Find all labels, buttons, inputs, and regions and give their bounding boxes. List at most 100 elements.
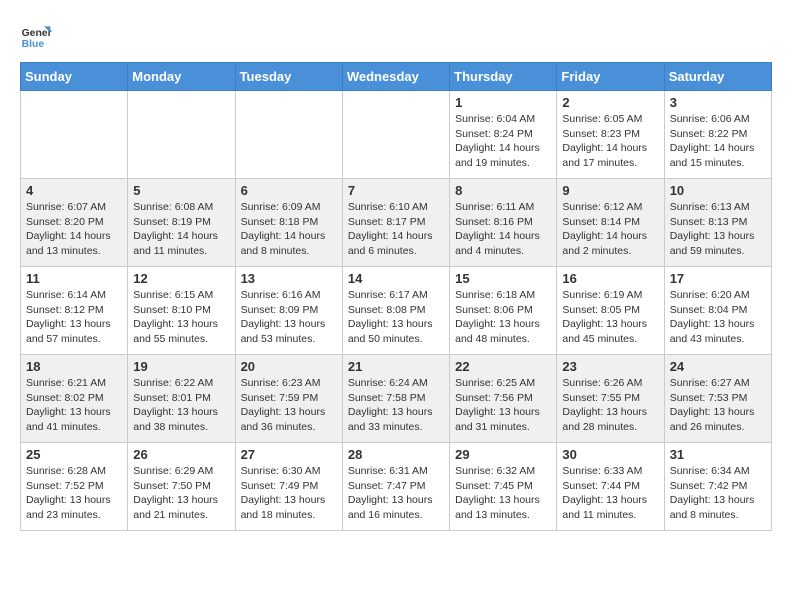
- calendar-cell: 15Sunrise: 6:18 AMSunset: 8:06 PMDayligh…: [450, 267, 557, 355]
- header-row: SundayMondayTuesdayWednesdayThursdayFrid…: [21, 63, 772, 91]
- day-number: 3: [670, 95, 766, 110]
- day-info: Sunrise: 6:05 AMSunset: 8:23 PMDaylight:…: [562, 112, 658, 171]
- day-info: Sunrise: 6:17 AMSunset: 8:08 PMDaylight:…: [348, 288, 444, 347]
- day-number: 2: [562, 95, 658, 110]
- calendar-cell: 13 Sunrise: 6:16 AMSunset: 8:09 PMDayligh…: [235, 267, 342, 355]
- calendar-cell: 9 Sunrise: 6:12 AMSunset: 8:14 PMDaylight…: [557, 179, 664, 267]
- day-number: 9: [562, 183, 658, 198]
- calendar-cell: 8Sunrise: 6:11 AMSunset: 8:16 PMDaylight…: [450, 179, 557, 267]
- calendar-cell: 22 Sunrise: 6:25 AMSunset: 7:56 PMDayligh…: [450, 355, 557, 443]
- day-number: 4: [26, 183, 122, 198]
- day-info: Sunrise: 6:08 AMSunset: 8:19 PMDaylight:…: [133, 200, 229, 259]
- day-info: Sunrise: 6:13 AMSunset: 8:13 PMDaylight:…: [670, 200, 766, 259]
- page-header: General Blue: [20, 20, 772, 52]
- day-number: 15: [455, 271, 551, 286]
- calendar-cell: 23Sunrise: 6:26 AMSunset: 7:55 PMDayligh…: [557, 355, 664, 443]
- calendar-cell: 6 Sunrise: 6:09 AMSunset: 8:18 PMDaylight…: [235, 179, 342, 267]
- day-info: Sunrise: 6:10 AMSunset: 8:17 PMDaylight:…: [348, 200, 444, 259]
- day-number: 21: [348, 359, 444, 374]
- logo-icon: General Blue: [20, 20, 52, 52]
- calendar-cell: [235, 91, 342, 179]
- header-day-thursday: Thursday: [450, 63, 557, 91]
- day-number: 25: [26, 447, 122, 462]
- calendar-cell: 4 Sunrise: 6:07 AMSunset: 8:20 PMDaylight…: [21, 179, 128, 267]
- day-info: Sunrise: 6:07 AMSunset: 8:20 PMDaylight:…: [26, 200, 122, 259]
- day-info: Sunrise: 6:23 AMSunset: 7:59 PMDaylight:…: [241, 376, 337, 435]
- header-day-wednesday: Wednesday: [342, 63, 449, 91]
- day-info: Sunrise: 6:21 AMSunset: 8:02 PMDaylight:…: [26, 376, 122, 435]
- header-day-sunday: Sunday: [21, 63, 128, 91]
- day-info: Sunrise: 6:24 AMSunset: 7:58 PMDaylight:…: [348, 376, 444, 435]
- day-number: 10: [670, 183, 766, 198]
- day-info: Sunrise: 6:29 AMSunset: 7:50 PMDaylight:…: [133, 464, 229, 523]
- day-number: 11: [26, 271, 122, 286]
- day-number: 12: [133, 271, 229, 286]
- calendar-table: SundayMondayTuesdayWednesdayThursdayFrid…: [20, 62, 772, 531]
- day-info: Sunrise: 6:16 AMSunset: 8:09 PMDaylight:…: [241, 288, 337, 347]
- calendar-cell: 19 Sunrise: 6:22 AMSunset: 8:01 PMDayligh…: [128, 355, 235, 443]
- day-info: Sunrise: 6:28 AMSunset: 7:52 PMDaylight:…: [26, 464, 122, 523]
- calendar-cell: 27 Sunrise: 6:30 AMSunset: 7:49 PMDayligh…: [235, 443, 342, 531]
- calendar-cell: 1 Sunrise: 6:04 AMSunset: 8:24 PMDaylight…: [450, 91, 557, 179]
- calendar-cell: 21 Sunrise: 6:24 AMSunset: 7:58 PMDayligh…: [342, 355, 449, 443]
- header-day-tuesday: Tuesday: [235, 63, 342, 91]
- calendar-cell: 25 Sunrise: 6:28 AMSunset: 7:52 PMDayligh…: [21, 443, 128, 531]
- day-info: Sunrise: 6:31 AMSunset: 7:47 PMDaylight:…: [348, 464, 444, 523]
- day-number: 22: [455, 359, 551, 374]
- day-number: 23: [562, 359, 658, 374]
- day-info: Sunrise: 6:30 AMSunset: 7:49 PMDaylight:…: [241, 464, 337, 523]
- day-info: Sunrise: 6:06 AMSunset: 8:22 PMDaylight:…: [670, 112, 766, 171]
- day-number: 5: [133, 183, 229, 198]
- day-number: 30: [562, 447, 658, 462]
- day-number: 27: [241, 447, 337, 462]
- day-info: Sunrise: 6:32 AMSunset: 7:45 PMDaylight:…: [455, 464, 551, 523]
- header-day-saturday: Saturday: [664, 63, 771, 91]
- calendar-cell: 3 Sunrise: 6:06 AMSunset: 8:22 PMDaylight…: [664, 91, 771, 179]
- calendar-cell: 24Sunrise: 6:27 AMSunset: 7:53 PMDayligh…: [664, 355, 771, 443]
- day-number: 1: [455, 95, 551, 110]
- calendar-cell: 18Sunrise: 6:21 AMSunset: 8:02 PMDayligh…: [21, 355, 128, 443]
- calendar-cell: 29Sunrise: 6:32 AMSunset: 7:45 PMDayligh…: [450, 443, 557, 531]
- calendar-week-4: 18Sunrise: 6:21 AMSunset: 8:02 PMDayligh…: [21, 355, 772, 443]
- calendar-cell: 20 Sunrise: 6:23 AMSunset: 7:59 PMDayligh…: [235, 355, 342, 443]
- day-number: 28: [348, 447, 444, 462]
- day-info: Sunrise: 6:33 AMSunset: 7:44 PMDaylight:…: [562, 464, 658, 523]
- calendar-header: SundayMondayTuesdayWednesdayThursdayFrid…: [21, 63, 772, 91]
- calendar-cell: 12 Sunrise: 6:15 AMSunset: 8:10 PMDayligh…: [128, 267, 235, 355]
- calendar-cell: 26 Sunrise: 6:29 AMSunset: 7:50 PMDayligh…: [128, 443, 235, 531]
- day-info: Sunrise: 6:19 AMSunset: 8:05 PMDaylight:…: [562, 288, 658, 347]
- day-info: Sunrise: 6:04 AMSunset: 8:24 PMDaylight:…: [455, 112, 551, 171]
- calendar-cell: [342, 91, 449, 179]
- day-number: 13: [241, 271, 337, 286]
- calendar-week-5: 25 Sunrise: 6:28 AMSunset: 7:52 PMDayligh…: [21, 443, 772, 531]
- day-number: 20: [241, 359, 337, 374]
- day-info: Sunrise: 6:14 AMSunset: 8:12 PMDaylight:…: [26, 288, 122, 347]
- day-number: 31: [670, 447, 766, 462]
- day-info: Sunrise: 6:34 AMSunset: 7:42 PMDaylight:…: [670, 464, 766, 523]
- calendar-cell: 31 Sunrise: 6:34 AMSunset: 7:42 PMDayligh…: [664, 443, 771, 531]
- calendar-cell: 11 Sunrise: 6:14 AMSunset: 8:12 PMDayligh…: [21, 267, 128, 355]
- day-info: Sunrise: 6:22 AMSunset: 8:01 PMDaylight:…: [133, 376, 229, 435]
- calendar-cell: 28 Sunrise: 6:31 AMSunset: 7:47 PMDayligh…: [342, 443, 449, 531]
- day-info: Sunrise: 6:09 AMSunset: 8:18 PMDaylight:…: [241, 200, 337, 259]
- calendar-week-1: 1 Sunrise: 6:04 AMSunset: 8:24 PMDaylight…: [21, 91, 772, 179]
- calendar-week-2: 4 Sunrise: 6:07 AMSunset: 8:20 PMDaylight…: [21, 179, 772, 267]
- calendar-cell: 16 Sunrise: 6:19 AMSunset: 8:05 PMDayligh…: [557, 267, 664, 355]
- day-number: 26: [133, 447, 229, 462]
- calendar-cell: 10 Sunrise: 6:13 AMSunset: 8:13 PMDayligh…: [664, 179, 771, 267]
- day-number: 19: [133, 359, 229, 374]
- day-info: Sunrise: 6:25 AMSunset: 7:56 PMDaylight:…: [455, 376, 551, 435]
- day-number: 16: [562, 271, 658, 286]
- svg-text:Blue: Blue: [22, 39, 45, 50]
- day-number: 6: [241, 183, 337, 198]
- day-info: Sunrise: 6:12 AMSunset: 8:14 PMDaylight:…: [562, 200, 658, 259]
- day-number: 17: [670, 271, 766, 286]
- calendar-cell: [128, 91, 235, 179]
- logo: General Blue: [20, 20, 56, 52]
- day-info: Sunrise: 6:20 AMSunset: 8:04 PMDaylight:…: [670, 288, 766, 347]
- day-info: Sunrise: 6:15 AMSunset: 8:10 PMDaylight:…: [133, 288, 229, 347]
- calendar-week-3: 11 Sunrise: 6:14 AMSunset: 8:12 PMDayligh…: [21, 267, 772, 355]
- calendar-cell: 5 Sunrise: 6:08 AMSunset: 8:19 PMDaylight…: [128, 179, 235, 267]
- calendar-cell: 17 Sunrise: 6:20 AMSunset: 8:04 PMDayligh…: [664, 267, 771, 355]
- day-number: 8: [455, 183, 551, 198]
